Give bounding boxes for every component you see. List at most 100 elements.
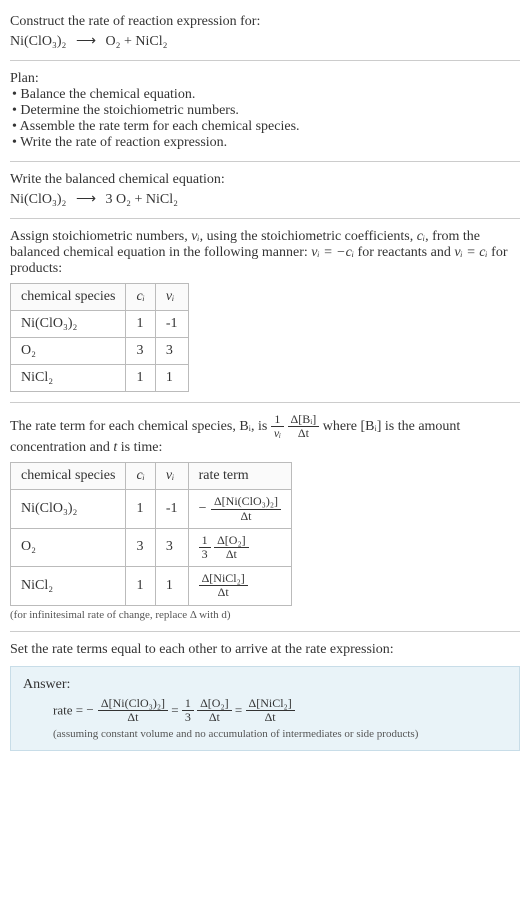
- cell-species: O₂: [11, 528, 126, 566]
- cell-species: NiCl₂: [11, 365, 126, 392]
- cell-rate: Δ[NiCl₂] Δt: [188, 567, 291, 605]
- table-row: O₂ 3 3: [11, 338, 189, 365]
- text: for reactants and: [354, 245, 454, 260]
- divider: [10, 402, 520, 403]
- col-c: cᵢ: [126, 463, 155, 490]
- rule: νᵢ = cᵢ: [454, 245, 487, 260]
- col-v: νᵢ: [155, 463, 188, 490]
- text: , using the stoichiometric coefficients,: [200, 229, 417, 244]
- numerator: 1: [199, 534, 211, 548]
- stoich-description: Assign stoichiometric numbers, νᵢ, using…: [10, 229, 520, 277]
- denominator: Δt: [214, 548, 249, 561]
- plan-item: Balance the chemical equation.: [12, 87, 520, 103]
- prompt-title: Construct the rate of reaction expressio…: [10, 14, 520, 30]
- rateterm-table: chemical species cᵢ νᵢ rate term Ni(ClO₃…: [10, 462, 292, 605]
- cell-c: 1: [126, 365, 155, 392]
- equals-sign: =: [76, 702, 83, 717]
- numerator: Δ[NiCl₂]: [246, 697, 295, 711]
- cell-c: 1: [126, 490, 155, 528]
- table-row: O₂ 3 3 1 3 Δ[O₂] Δt: [11, 528, 292, 566]
- final-title: Set the rate terms equal to each other t…: [10, 642, 520, 658]
- cell-v: 3: [155, 528, 188, 566]
- rateterm-section: The rate term for each chemical species,…: [10, 407, 520, 627]
- col-c: cᵢ: [126, 284, 155, 311]
- rateterm-note: (for infinitesimal rate of change, repla…: [10, 609, 520, 621]
- table-row: Ni(ClO₃)₂ 1 -1 − Δ[Ni(ClO₃)₂] Δt: [11, 490, 292, 528]
- denominator: 3: [199, 548, 211, 561]
- fraction: Δ[Ni(ClO₃)₂] Δt: [98, 697, 168, 724]
- cell-v: 3: [155, 338, 188, 365]
- cell-species: O₂: [11, 338, 126, 365]
- cell-c: 1: [126, 567, 155, 605]
- equals-sign: =: [235, 702, 242, 717]
- rateterm-description: The rate term for each chemical species,…: [10, 413, 520, 456]
- denominator: Δt: [246, 711, 295, 724]
- balance-title: Write the balanced chemical equation:: [10, 172, 520, 188]
- fraction-one-over-nu: 1 νᵢ: [271, 413, 284, 440]
- cell-v: 1: [155, 567, 188, 605]
- numerator: 1: [182, 697, 194, 711]
- denominator: Δt: [197, 711, 232, 724]
- numerator: 1: [271, 413, 284, 427]
- var-nu: νᵢ: [166, 468, 174, 483]
- denominator: Δt: [211, 510, 281, 523]
- cell-rate: 1 3 Δ[O₂] Δt: [188, 528, 291, 566]
- rule: νᵢ = −cᵢ: [311, 245, 354, 260]
- numerator: Δ[O₂]: [214, 534, 249, 548]
- minus-sign: −: [86, 702, 93, 717]
- answer-box: Answer: rate = − Δ[Ni(ClO₃)₂] Δt = 1 3 Δ…: [10, 666, 520, 751]
- table-row: NiCl₂ 1 1: [11, 365, 189, 392]
- cell-rate: − Δ[Ni(ClO₃)₂] Δt: [188, 490, 291, 528]
- table-header-row: chemical species cᵢ νᵢ: [11, 284, 189, 311]
- col-rate: rate term: [188, 463, 291, 490]
- plan-list: Balance the chemical equation. Determine…: [10, 87, 520, 151]
- col-species: chemical species: [11, 284, 126, 311]
- divider: [10, 161, 520, 162]
- col-species: chemical species: [11, 463, 126, 490]
- plan-title: Plan:: [10, 71, 520, 87]
- plan-item: Assemble the rate term for each chemical…: [12, 119, 520, 135]
- table-header-row: chemical species cᵢ νᵢ rate term: [11, 463, 292, 490]
- col-v: νᵢ: [155, 284, 188, 311]
- equals-sign: =: [171, 702, 178, 717]
- text: where: [323, 419, 361, 434]
- plan-item: Determine the stoichiometric numbers.: [12, 103, 520, 119]
- fraction: Δ[O₂] Δt: [214, 534, 249, 561]
- cell-v: 1: [155, 365, 188, 392]
- plan-item: Write the rate of reaction expression.: [12, 135, 520, 151]
- fraction: Δ[NiCl₂] Δt: [199, 572, 248, 599]
- answer-note: (assuming constant volume and no accumul…: [23, 728, 507, 740]
- divider: [10, 631, 520, 632]
- prompt-section: Construct the rate of reaction expressio…: [10, 8, 520, 56]
- stoich-table: chemical species cᵢ νᵢ Ni(ClO₃)₂ 1 -1 O₂…: [10, 283, 189, 392]
- answer-equation: rate = − Δ[Ni(ClO₃)₂] Δt = 1 3 Δ[O₂] Δt …: [23, 697, 507, 724]
- var-c: cᵢ: [136, 468, 144, 483]
- var-nu: νᵢ: [191, 229, 199, 244]
- reactant: Ni(ClO₃)₂: [10, 192, 66, 207]
- denominator: νᵢ: [274, 426, 281, 440]
- denominator: 3: [182, 711, 194, 724]
- table-row: Ni(ClO₃)₂ 1 -1: [11, 311, 189, 338]
- var-B: Bᵢ: [239, 419, 251, 434]
- products: O₂ + NiCl₂: [106, 34, 168, 49]
- arrow-icon: ⟶: [76, 192, 96, 207]
- cell-c: 1: [126, 311, 155, 338]
- cell-v: -1: [155, 311, 188, 338]
- denominator: Δt: [199, 586, 248, 599]
- arrow-icon: ⟶: [76, 34, 96, 49]
- fraction: Δ[O₂] Δt: [197, 697, 232, 724]
- fraction: Δ[Ni(ClO₃)₂] Δt: [211, 495, 281, 522]
- text: Assign stoichiometric numbers,: [10, 229, 191, 244]
- cell-c: 3: [126, 338, 155, 365]
- minus-sign: −: [199, 501, 207, 516]
- balance-section: Write the balanced chemical equation: Ni…: [10, 166, 520, 214]
- products: 3 O₂ + NiCl₂: [106, 192, 179, 207]
- text: , is: [251, 419, 271, 434]
- rate-word: rate: [53, 702, 72, 717]
- cell-species: NiCl₂: [11, 567, 126, 605]
- var-conc: [Bᵢ]: [360, 419, 381, 434]
- fraction-dB-dt: Δ[Bᵢ] Δt: [288, 413, 320, 440]
- denominator: Δt: [288, 427, 320, 440]
- stoich-section: Assign stoichiometric numbers, νᵢ, using…: [10, 223, 520, 398]
- cell-v: -1: [155, 490, 188, 528]
